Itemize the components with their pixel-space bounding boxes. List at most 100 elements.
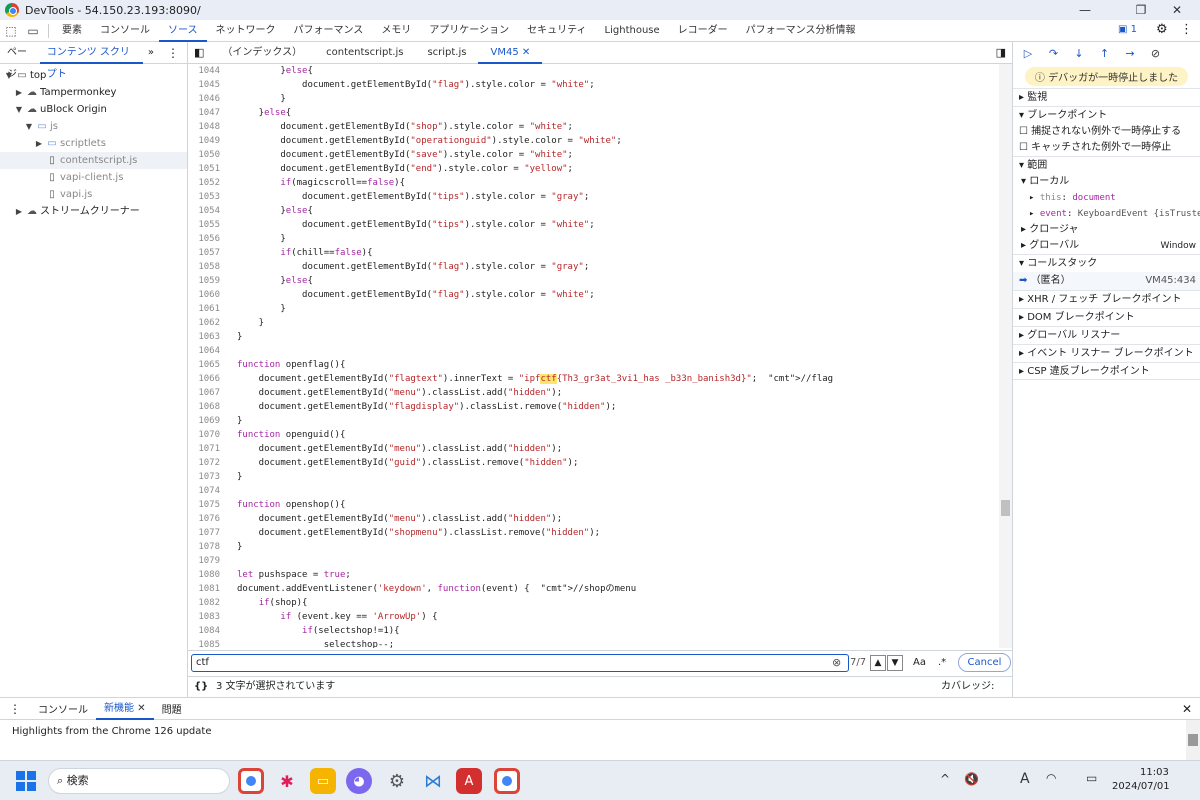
line-number[interactable]: 1064 [188, 344, 220, 358]
vscode-icon[interactable]: ⋈ [420, 768, 446, 794]
section-watch[interactable]: ▸ 監視 [1013, 88, 1200, 106]
line-number[interactable]: 1055 [188, 218, 220, 232]
code-line[interactable]: 1055 document.getElementById("tips").sty… [188, 218, 999, 232]
tab-memory[interactable]: メモリ [372, 20, 420, 42]
tree-item-vapi[interactable]: ▯ vapi.js [0, 186, 187, 203]
code-line[interactable]: 1065 function openflag(){ [188, 358, 999, 372]
line-number[interactable]: 1068 [188, 400, 220, 414]
tab-elements[interactable]: 要素 [53, 20, 91, 42]
line-number[interactable]: 1065 [188, 358, 220, 372]
match-case-button[interactable]: Aa [913, 657, 926, 668]
tree-item-stream-cleaner[interactable]: ▶ ☁ ストリームクリーナー [0, 203, 187, 220]
device-toolbar-icon[interactable]: ▭ [22, 20, 44, 42]
line-number[interactable]: 1085 [188, 638, 220, 648]
code-line[interactable]: 1052 if(magicscroll==false){ [188, 176, 999, 190]
code-line[interactable]: 1082 if(shop){ [188, 596, 999, 610]
tab-security[interactable]: セキュリティ [518, 20, 595, 42]
editor-scrollbar[interactable] [999, 64, 1012, 648]
taskbar-search[interactable]: ⌕ 検索 [48, 768, 230, 794]
section-breakpoints[interactable]: ▾ ブレークポイント [1013, 106, 1200, 124]
code-line[interactable]: 1084 if(selectshop!=1){ [188, 624, 999, 638]
wifi-icon[interactable]: ◠ [1046, 771, 1056, 785]
line-number[interactable]: 1044 [188, 64, 220, 78]
tree-item-scriptlets[interactable]: ▶ ▭ scriptlets [0, 135, 187, 152]
code-line[interactable]: 1073} [188, 470, 999, 484]
line-number[interactable]: 1078 [188, 540, 220, 554]
tree-item-ublock-origin[interactable]: ▼ ☁ uBlock Origin [0, 101, 187, 118]
code-line[interactable]: 1051 document.getElementById("end").styl… [188, 162, 999, 176]
scrollbar-thumb[interactable] [1188, 734, 1198, 746]
code-line[interactable]: 1054 }else{ [188, 204, 999, 218]
tab-application[interactable]: アプリケーション [420, 20, 518, 42]
mute-icon[interactable]: 🔇 [964, 772, 979, 786]
section-callstack[interactable]: ▾ コールスタック [1013, 254, 1200, 272]
step-out-icon[interactable]: ↑ [1094, 42, 1116, 64]
checkbox[interactable]: ☐ [1019, 126, 1028, 137]
inspect-element-icon[interactable]: ⬚ [0, 20, 22, 42]
search-input[interactable]: ctf [191, 654, 849, 672]
code-line[interactable]: 1044 }else{ [188, 64, 999, 78]
settings-icon[interactable]: ⚙ [384, 768, 410, 794]
editor-tab-script[interactable]: script.js [415, 42, 478, 64]
tree-item-contentscript[interactable]: ▯ contentscript.js [0, 152, 187, 169]
slack-icon[interactable]: ✱ [274, 768, 300, 794]
section-dom-breakpoints[interactable]: ▸ DOM ブレークポイント [1013, 308, 1200, 326]
line-number[interactable]: 1060 [188, 288, 220, 302]
line-number[interactable]: 1063 [188, 330, 220, 344]
code-line[interactable]: 1078} [188, 540, 999, 554]
line-number[interactable]: 1058 [188, 260, 220, 274]
battery-icon[interactable]: ▭ [1086, 771, 1097, 785]
checkbox[interactable]: ☐ [1019, 142, 1028, 153]
code-line[interactable]: 1048 document.getElementById("shop").sty… [188, 120, 999, 134]
toggle-debugger-icon[interactable]: ◨ [990, 46, 1012, 59]
navigator-menu-icon[interactable]: ⋮ [159, 46, 187, 60]
chrome-active-icon[interactable] [494, 768, 520, 794]
minimize-icon[interactable]: — [1062, 0, 1108, 20]
more-tabs-icon[interactable]: » [143, 47, 159, 58]
callstack-frame[interactable]: ➡ （匿名） VM45:434 [1013, 272, 1200, 290]
line-number[interactable]: 1080 [188, 568, 220, 582]
scope-this[interactable]: ▸ this: document [1013, 190, 1200, 206]
drawer-tab-issues[interactable]: 問題 [154, 701, 190, 716]
line-number[interactable]: 1067 [188, 386, 220, 400]
line-number[interactable]: 1081 [188, 582, 220, 596]
line-number[interactable]: 1048 [188, 120, 220, 134]
code-line[interactable]: 1072 document.getElementById("guid").cla… [188, 456, 999, 470]
step-over-icon[interactable]: ↷ [1043, 42, 1065, 64]
code-line[interactable]: 1066 document.getElementById("flagtext")… [188, 372, 999, 386]
code-line[interactable]: 1053 document.getElementById("tips").sty… [188, 190, 999, 204]
code-line[interactable]: 1045 document.getElementById("flag").sty… [188, 78, 999, 92]
more-options-icon[interactable]: ⋮ [1180, 22, 1193, 37]
line-number[interactable]: 1074 [188, 484, 220, 498]
tab-page[interactable]: ページ [0, 42, 40, 80]
code-line[interactable]: 1061 } [188, 302, 999, 316]
file-explorer-icon[interactable]: ▭ [310, 768, 336, 794]
clear-search-icon[interactable]: ⊗ [832, 656, 841, 669]
line-number[interactable]: 1072 [188, 456, 220, 470]
code-line[interactable]: 1070 function openguid(){ [188, 428, 999, 442]
code-line[interactable]: 1076 document.getElementById("menu").cla… [188, 512, 999, 526]
clock-time[interactable]: 11:03 [1140, 767, 1169, 778]
line-number[interactable]: 1075 [188, 498, 220, 512]
tab-lighthouse[interactable]: Lighthouse [596, 20, 669, 42]
acrobat-icon[interactable]: A [456, 768, 482, 794]
discord-icon[interactable]: ◕ [346, 768, 372, 794]
code-line[interactable]: 1068 document.getElementById("flagdispla… [188, 400, 999, 414]
code-line[interactable]: 1057 if(chill==false){ [188, 246, 999, 260]
section-scope[interactable]: ▾ 範囲 [1013, 156, 1200, 174]
line-number[interactable]: 1057 [188, 246, 220, 260]
line-number[interactable]: 1054 [188, 204, 220, 218]
drawer-scrollbar[interactable] [1186, 720, 1200, 760]
ime-icon[interactable]: A [1020, 771, 1030, 787]
show-hidden-icons-icon[interactable]: ^ [940, 772, 950, 786]
tab-content-scripts[interactable]: コンテンツ スクリプト [39, 42, 143, 80]
pause-uncaught-option[interactable]: ☐ 捕捉されない例外で一時停止する [1013, 124, 1200, 140]
start-button[interactable] [16, 771, 36, 791]
code-line[interactable]: 1047 }else{ [188, 106, 999, 120]
line-number[interactable]: 1046 [188, 92, 220, 106]
line-number[interactable]: 1052 [188, 176, 220, 190]
step-into-icon[interactable]: ↓ [1068, 42, 1090, 64]
line-number[interactable]: 1061 [188, 302, 220, 316]
line-number[interactable]: 1062 [188, 316, 220, 330]
step-icon[interactable]: → [1119, 42, 1141, 64]
